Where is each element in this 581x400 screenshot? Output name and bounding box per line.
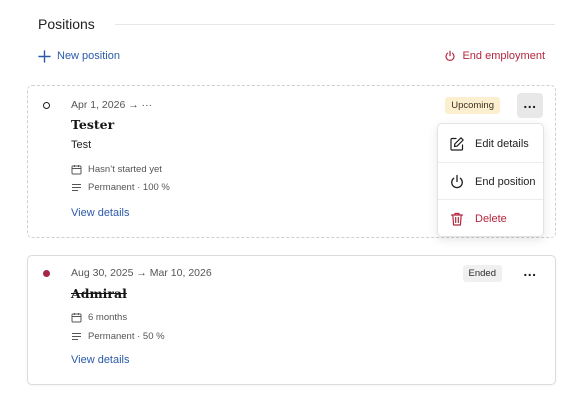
position-contract: Permanent · 50 % (71, 331, 165, 342)
contract-text: Permanent · 100 % (88, 182, 170, 193)
more-icon: ... (523, 94, 537, 111)
position-dates: Apr 1, 2026 → ··· (71, 99, 153, 111)
position-actions-menu: Edit details End position Delete (437, 123, 544, 237)
new-position-label: New position (57, 50, 120, 62)
more-icon: ... (523, 262, 537, 279)
edit-details-menu-item[interactable]: Edit details (438, 125, 543, 162)
more-options-button[interactable]: ... (517, 93, 543, 118)
new-position-button[interactable]: New position (38, 49, 120, 63)
section-title: Positions (38, 16, 95, 32)
section-header: Positions (38, 14, 555, 34)
view-details-link[interactable]: View details (71, 207, 130, 219)
position-duration: 6 months (71, 312, 127, 323)
view-details-link[interactable]: View details (71, 354, 130, 366)
more-options-button[interactable]: ... (517, 261, 543, 286)
status-badge: Upcoming (445, 97, 500, 114)
trash-icon (450, 212, 464, 226)
edit-details-label: Edit details (475, 137, 529, 150)
section-divider (114, 23, 555, 25)
plus-icon (38, 49, 51, 63)
delete-label: Delete (475, 212, 507, 225)
position-title: Tester (71, 117, 115, 132)
calendar-icon (71, 165, 82, 175)
calendar-icon (71, 313, 82, 323)
position-dates: Aug 30, 2025 → Mar 10, 2026 (71, 267, 212, 279)
status-dot (43, 270, 50, 277)
edit-icon (450, 136, 464, 151)
lines-icon (72, 184, 81, 191)
end-position-menu-item[interactable]: End position (438, 163, 543, 200)
power-icon (451, 174, 463, 188)
duration-text: 6 months (88, 312, 128, 323)
end-position-label: End position (475, 175, 536, 188)
contract-text: Permanent · 50 % (88, 331, 165, 342)
end-employment-label: End employment (462, 50, 545, 62)
end-employment-button[interactable]: End employment (444, 50, 545, 62)
positions-actions: New position End employment (38, 48, 545, 64)
position-contract: Permanent · 100 % (71, 182, 170, 193)
position-duration: Hasn’t started yet (71, 164, 162, 175)
duration-text: Hasn’t started yet (88, 164, 162, 175)
power-icon (445, 50, 456, 61)
delete-menu-item[interactable]: Delete (438, 200, 543, 237)
position-subtitle: Test (71, 139, 92, 151)
lines-icon (72, 333, 81, 340)
position-title: Admiral (71, 286, 127, 301)
position-card-ended: Aug 30, 2025 → Mar 10, 2026 Admiral 6 mo… (27, 255, 556, 385)
status-dot (43, 102, 50, 109)
status-badge: Ended (462, 265, 502, 282)
